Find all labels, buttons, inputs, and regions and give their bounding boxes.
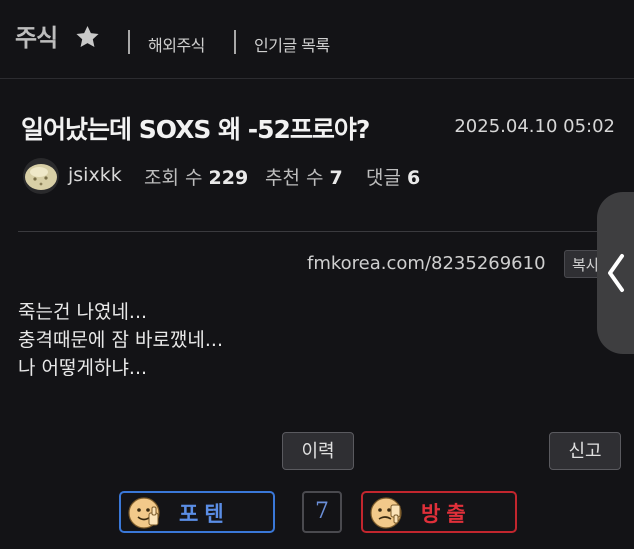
- views-stat: 조회 수 229: [144, 163, 248, 190]
- header-link-popular-posts[interactable]: 인기글 목록: [254, 32, 330, 56]
- author-name[interactable]: jsixkk: [68, 164, 122, 186]
- comments-count: 6: [407, 167, 421, 189]
- views-label: 조회 수: [144, 167, 203, 189]
- post-datetime: 2025.04.10 05:02: [454, 116, 615, 137]
- vote-down-label: 방출: [421, 502, 472, 526]
- header-link-overseas-stocks[interactable]: 해외주식: [148, 32, 205, 56]
- body-line: 나 어떻게하냐...: [18, 357, 148, 379]
- views-count: 229: [208, 167, 249, 189]
- vote-up-button[interactable]: 포텐: [119, 491, 275, 533]
- chevron-left-icon: [608, 254, 624, 292]
- recommends-stat: 추천 수 7: [265, 163, 343, 190]
- post-page: 주식 해외주식 인기글 목록 일어났는데 SOXS 왜 -52프로야? 2025…: [0, 0, 634, 549]
- board-header: 주식 해외주식 인기글 목록: [0, 0, 634, 79]
- header-separator: [128, 30, 130, 54]
- thumbs-down-face-icon: [370, 497, 402, 529]
- comments-label: 댓글: [366, 167, 401, 189]
- report-button[interactable]: 신고: [549, 432, 621, 470]
- body-line: 충격때문에 잠 바로깼네...: [18, 329, 223, 351]
- board-title[interactable]: 주식: [15, 18, 58, 53]
- side-panel-tab[interactable]: [597, 192, 634, 354]
- avatar[interactable]: [22, 157, 60, 195]
- history-button[interactable]: 이력: [282, 432, 354, 470]
- body-line: 죽는건 나였네...: [18, 301, 148, 323]
- post-url[interactable]: fmkorea.com/8235269610: [307, 253, 546, 274]
- post-body: 죽는건 나였네... 충격때문에 잠 바로깼네... 나 어떻게하냐...: [18, 298, 223, 382]
- vote-down-button[interactable]: 방출: [361, 491, 517, 533]
- header-separator: [234, 30, 236, 54]
- post-title: 일어났는데 SOXS 왜 -52프로야?: [21, 115, 370, 144]
- thumbs-up-face-icon: [128, 497, 160, 529]
- star-icon[interactable]: [74, 24, 101, 50]
- comments-stat[interactable]: 댓글 6: [366, 163, 420, 190]
- vote-up-label: 포텐: [179, 502, 230, 526]
- post-divider: [18, 231, 616, 232]
- vote-count: 7: [302, 491, 342, 533]
- recommends-count: 7: [329, 167, 343, 189]
- recommends-label: 추천 수: [265, 167, 324, 189]
